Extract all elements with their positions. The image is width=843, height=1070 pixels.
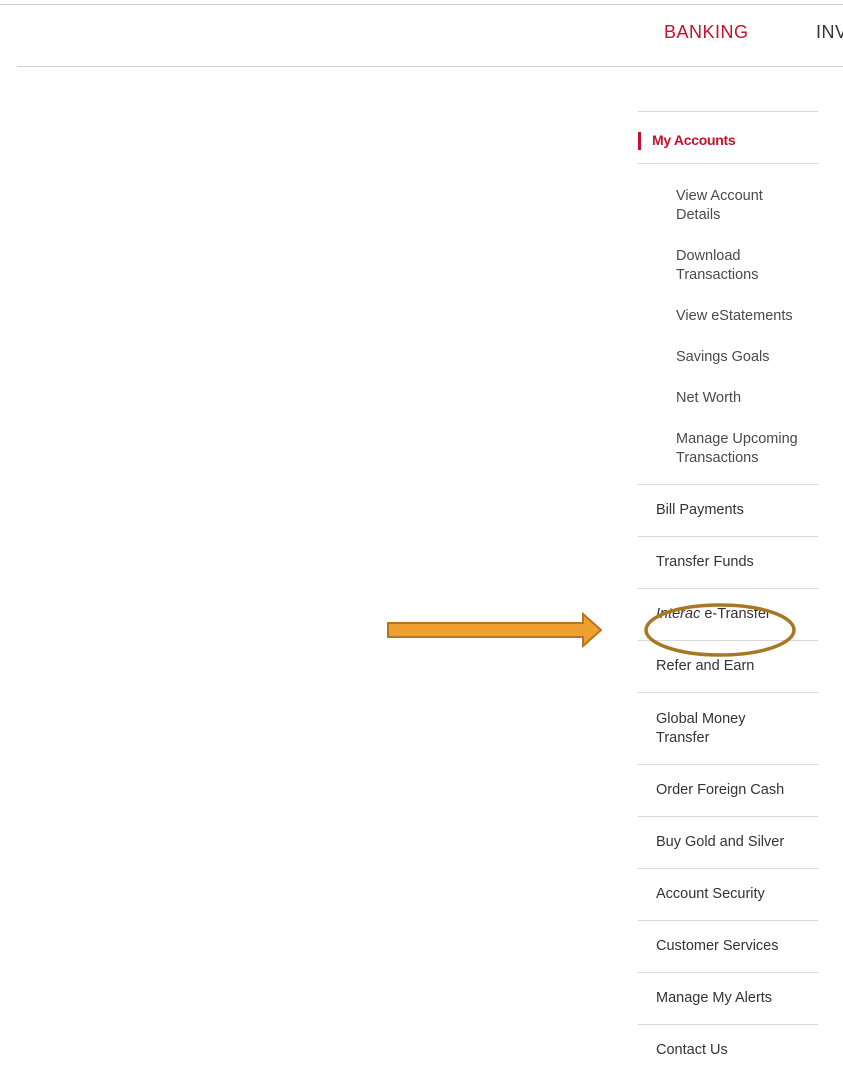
sidebar-item-order-foreign-cash[interactable]: Order Foreign Cash [638,765,818,817]
nav-divider [17,66,843,67]
sidebar-item-buy-gold-and-silver[interactable]: Buy Gold and Silver [638,817,818,869]
sidebar-item-account-security[interactable]: Account Security [638,869,818,921]
sidebar-item-label: Account Security [656,886,765,902]
label-line-1: Global Money [656,710,746,727]
sidebar-section-my-accounts[interactable]: My Accounts [638,112,818,164]
sub-item-label: Manage Upcoming Transactions [676,431,798,466]
sub-item-label: Download Transactions [676,248,759,283]
top-divider [0,4,843,5]
sidebar-item-manage-my-alerts[interactable]: Manage My Alerts [638,973,818,1025]
arrow-shape [387,612,603,649]
sidebar-item-label: Buy Gold and Silver [656,834,785,850]
sidebar-item-label: Global Money Transfer [656,710,745,748]
tab-investing[interactable]: INVESTING [816,22,843,43]
tab-banking[interactable]: BANKING [664,22,749,43]
sub-item-net-worth[interactable]: Net Worth [638,389,818,408]
sidebar-item-label: Manage My Alerts [656,990,773,1006]
sidebar-item-transfer-funds[interactable]: Transfer Funds [638,537,818,589]
sidebar-item-label: Transfer Funds [656,554,754,570]
active-indicator [638,132,641,150]
sub-item-view-account-details[interactable]: View Account Details [638,187,818,225]
label-line-2: Transfer [656,729,710,746]
sub-item-label: View eStatements [676,308,793,324]
sub-item-manage-upcoming-transactions[interactable]: Manage Upcoming Transactions [638,430,818,468]
sub-item-label: View Account Details [676,188,763,223]
sidebar-item-label: Customer Services [656,938,779,954]
sub-item-view-estatements[interactable]: View eStatements [638,307,818,326]
ellipse-highlight-annotation-icon [644,603,796,657]
sidebar-item-label: Contact Us [656,1042,728,1058]
sidebar-item-bill-payments[interactable]: Bill Payments [638,485,818,537]
sub-item-label: Net Worth [676,390,742,406]
section-title: My Accounts [652,132,736,148]
sub-item-savings-goals[interactable]: Savings Goals [638,348,818,367]
my-accounts-submenu: View Account Details Download Transactions… [638,164,818,485]
sidebar-menu: My Accounts View Account Details Download… [638,111,818,1070]
sidebar-item-label: Order Foreign Cash [656,782,785,798]
highlight-ring [644,603,796,657]
right-arrow-annotation-icon [387,612,603,649]
sub-item-download-transactions[interactable]: Download Transactions [638,247,818,285]
sidebar-item-customer-services[interactable]: Customer Services [638,921,818,973]
page: BANKING INVESTING My Accounts View Accou… [0,0,843,1070]
sidebar-item-label: Bill Payments [656,502,744,518]
sub-item-label: Savings Goals [676,349,770,365]
sidebar-item-global-money-transfer[interactable]: Global Money Transfer [638,693,818,765]
sidebar-item-contact-us[interactable]: Contact Us [638,1025,818,1070]
